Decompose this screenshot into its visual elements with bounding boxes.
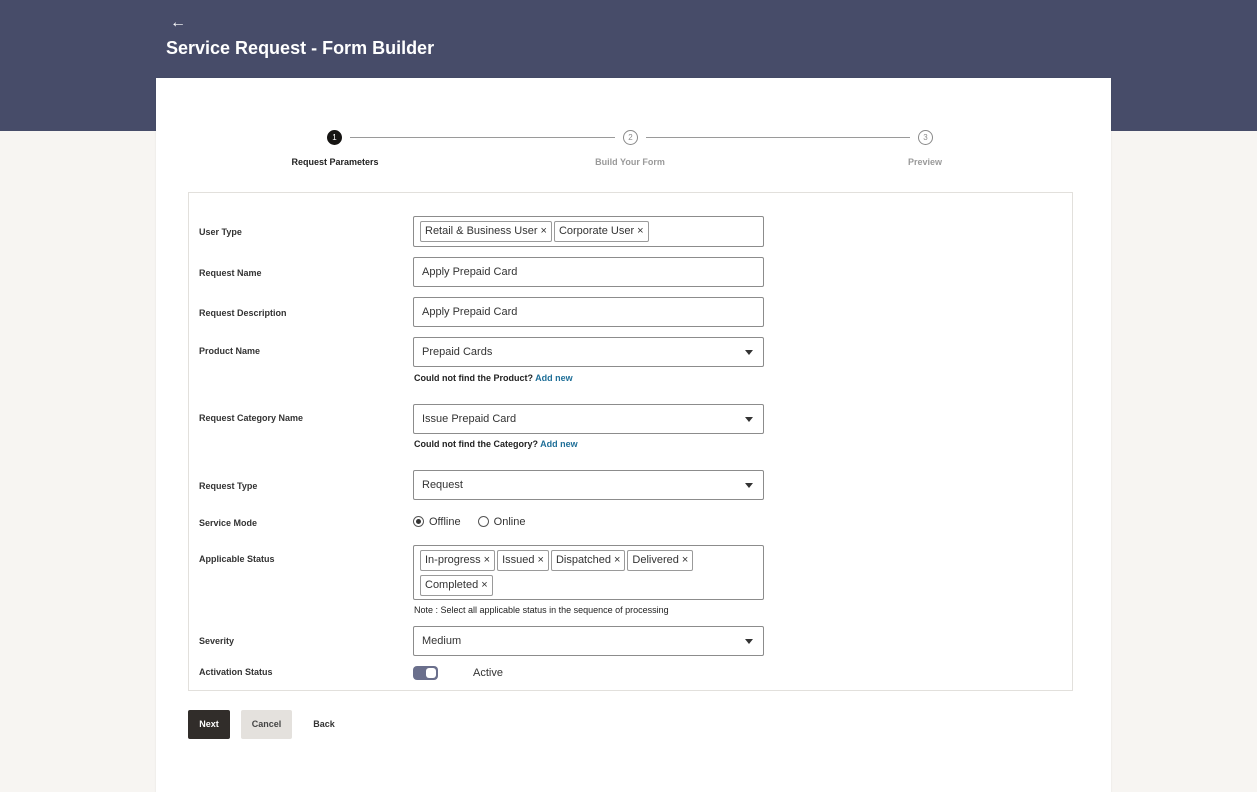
applicable-status-multiselect[interactable]: In-progress × Issued × Dispatched × Delivered ×…	[413, 545, 764, 600]
request-description-input[interactable]: Apply Prepaid Card	[413, 297, 764, 327]
user-type-label: User Type	[199, 227, 242, 237]
chip-label: In-progress	[425, 554, 481, 566]
chip-label: Retail & Business User	[425, 225, 538, 237]
status-chip: Dispatched ×	[550, 550, 626, 571]
arrow-left-icon[interactable]: ←	[170, 13, 186, 33]
request-parameters-form: User Type Retail & Business User × Corpora…	[188, 192, 1073, 691]
online-label: Online	[493, 516, 526, 528]
step-3-indicator[interactable]: 3	[918, 130, 933, 145]
step-2-label: Build Your Form	[595, 157, 665, 167]
request-name-input[interactable]: Apply Prepaid Card	[413, 257, 764, 287]
service-mode-radio-group: Offline Online	[413, 516, 539, 528]
remove-chip-icon[interactable]: ×	[481, 579, 487, 591]
form-card: 1 2 3 Request Parameters Build Your Form…	[156, 78, 1111, 792]
status-chip: Delivered ×	[627, 550, 694, 571]
step-1-indicator[interactable]: 1	[327, 130, 342, 145]
product-name-label: Product Name	[199, 346, 261, 356]
activation-status-value: Active	[473, 667, 503, 679]
severity-value: Medium	[422, 635, 462, 647]
product-helper-text: Could not find the Product? Add new	[414, 373, 573, 383]
request-category-label: Request Category Name	[199, 413, 304, 423]
chip-label: Completed	[425, 579, 479, 591]
request-description-label: Request Description	[199, 308, 287, 318]
user-type-multiselect[interactable]: Retail & Business User × Corporate User ×	[413, 216, 764, 247]
remove-chip-icon[interactable]: ×	[614, 554, 620, 566]
page-title: Service Request - Form Builder	[166, 38, 435, 58]
remove-chip-icon[interactable]: ×	[541, 225, 547, 237]
request-description-value: Apply Prepaid Card	[422, 306, 518, 318]
request-name-value: Apply Prepaid Card	[422, 266, 518, 278]
user-type-chip: Retail & Business User ×	[420, 221, 552, 242]
chip-label: Delivered	[632, 554, 679, 566]
product-helper-label: Could not find the Product?	[414, 373, 533, 383]
chip-label: Dispatched	[555, 554, 611, 566]
cancel-button[interactable]: Cancel	[241, 710, 292, 739]
remove-chip-icon[interactable]: ×	[484, 554, 490, 566]
offline-label: Offline	[429, 516, 461, 528]
remove-chip-icon[interactable]: ×	[682, 554, 688, 566]
next-button[interactable]: Next	[188, 710, 230, 739]
service-mode-offline-option[interactable]: Offline	[413, 516, 461, 528]
radio-checked-icon[interactable]	[413, 516, 424, 527]
add-new-category-link[interactable]: Add new	[540, 439, 578, 449]
step-2-indicator[interactable]: 2	[623, 130, 638, 145]
step-connector	[350, 137, 615, 138]
service-mode-online-option[interactable]: Online	[477, 516, 526, 528]
step-3-label: Preview	[907, 157, 943, 167]
toggle-knob	[426, 668, 436, 678]
request-name-label: Request Name	[199, 268, 262, 278]
user-type-chip: Corporate User ×	[553, 221, 649, 242]
back-button[interactable]: Back	[306, 710, 342, 739]
add-new-product-link[interactable]: Add new	[535, 373, 573, 383]
category-helper-text: Could not find the Category? Add new	[414, 439, 578, 449]
status-chip: Issued ×	[497, 550, 549, 571]
request-category-select[interactable]: Issue Prepaid Card	[413, 404, 764, 434]
product-name-select[interactable]: Prepaid Cards	[413, 337, 764, 367]
category-helper-label: Could not find the Category?	[414, 439, 538, 449]
status-chip: In-progress ×	[420, 550, 496, 571]
activation-status-toggle[interactable]	[413, 666, 438, 680]
applicable-status-label: Applicable Status	[199, 554, 275, 564]
request-type-label: Request Type	[199, 481, 258, 491]
activation-status-label: Activation Status	[199, 667, 273, 677]
request-type-value: Request	[422, 479, 463, 491]
chip-label: Issued	[502, 554, 535, 566]
step-connector	[646, 137, 910, 138]
chip-label: Corporate User	[558, 225, 635, 237]
status-note: Note : Select all applicable status in t…	[414, 605, 669, 615]
step-1-label: Request Parameters	[291, 157, 379, 167]
request-category-value: Issue Prepaid Card	[422, 413, 517, 425]
severity-label: Severity	[199, 636, 235, 646]
radio-unchecked-icon[interactable]	[477, 516, 489, 527]
status-chip: Completed ×	[420, 575, 493, 596]
remove-chip-icon[interactable]: ×	[637, 225, 643, 237]
service-mode-label: Service Mode	[199, 518, 258, 528]
remove-chip-icon[interactable]: ×	[538, 554, 544, 566]
severity-select[interactable]: Medium	[413, 626, 764, 656]
request-type-select[interactable]: Request	[413, 470, 764, 500]
product-name-value: Prepaid Cards	[422, 346, 493, 358]
